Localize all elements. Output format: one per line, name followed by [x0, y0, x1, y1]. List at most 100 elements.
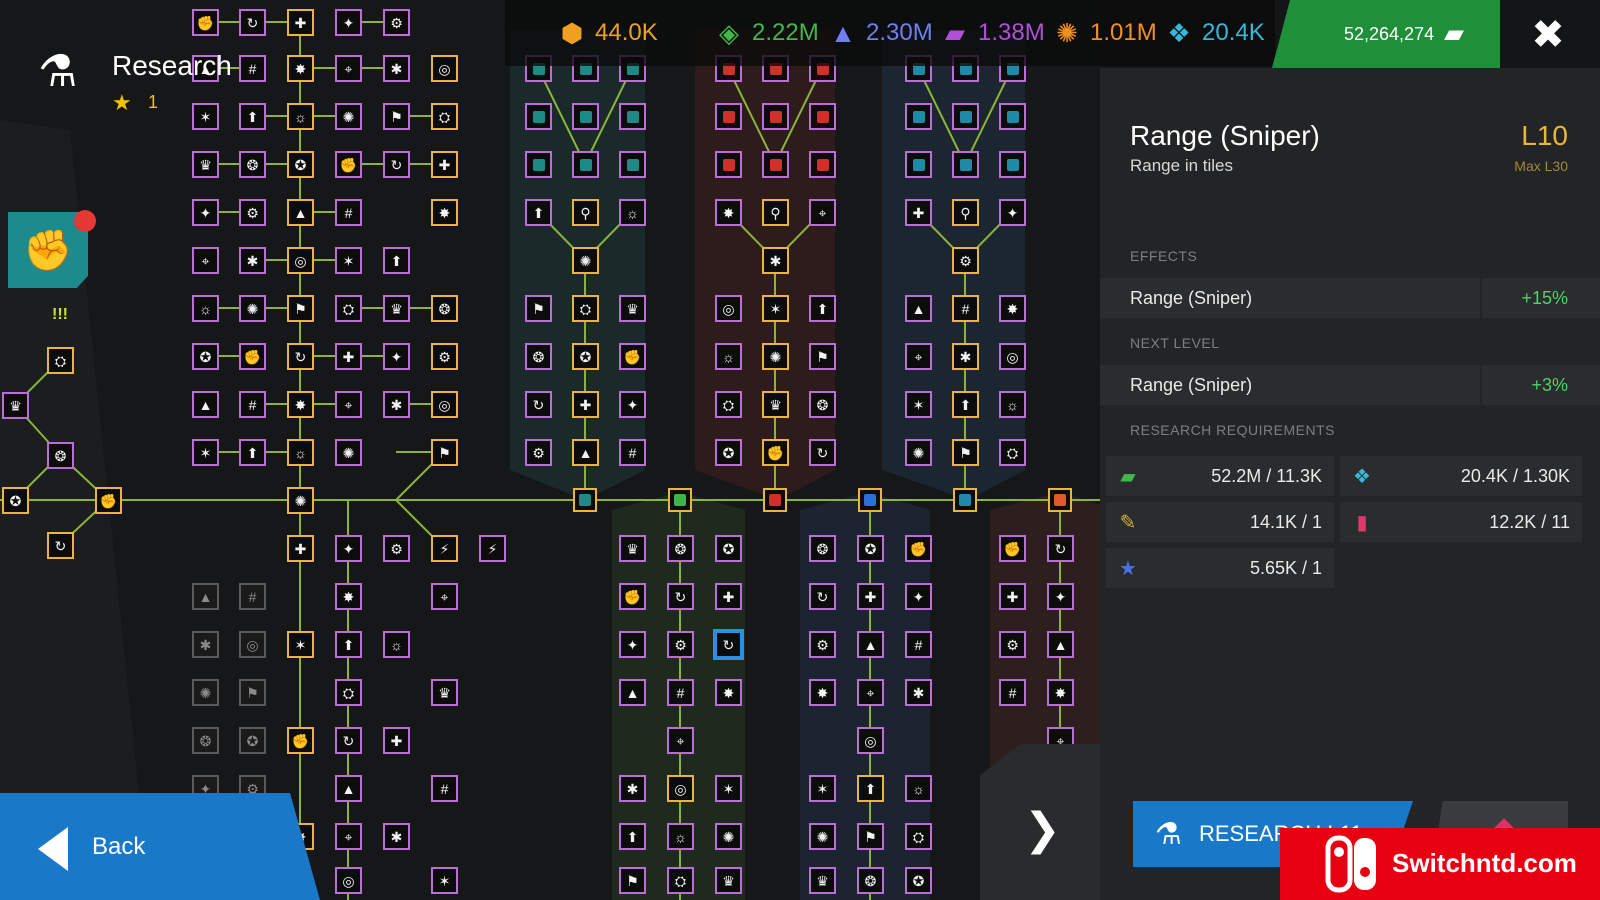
- research-node[interactable]: ⚲: [572, 199, 599, 226]
- research-node[interactable]: #: [239, 391, 266, 418]
- research-node[interactable]: ❂: [857, 867, 884, 894]
- research-node[interactable]: ✸: [809, 679, 836, 706]
- research-node[interactable]: [809, 103, 836, 130]
- research-node[interactable]: ✦: [383, 343, 410, 370]
- research-node[interactable]: ♛: [762, 391, 789, 418]
- research-node[interactable]: ✪: [192, 343, 219, 370]
- research-node[interactable]: ↻: [667, 583, 694, 610]
- research-node[interactable]: ✺: [572, 247, 599, 274]
- research-node[interactable]: ✚: [335, 343, 362, 370]
- research-node[interactable]: ✪: [857, 535, 884, 562]
- research-node[interactable]: ◎: [287, 247, 314, 274]
- research-node[interactable]: ⌖: [192, 247, 219, 274]
- research-node[interactable]: ✸: [715, 679, 742, 706]
- research-node[interactable]: ❂: [809, 391, 836, 418]
- research-node[interactable]: #: [431, 775, 458, 802]
- research-node[interactable]: ⚙: [667, 631, 694, 658]
- research-node[interactable]: ✊: [905, 535, 932, 562]
- research-node[interactable]: ⛭: [999, 439, 1026, 466]
- research-node[interactable]: ✦: [192, 199, 219, 226]
- research-node[interactable]: ♛: [619, 295, 646, 322]
- research-node[interactable]: ⚙: [809, 631, 836, 658]
- cash-display[interactable]: 52,264,274 ▰: [1272, 0, 1500, 68]
- research-node[interactable]: ✦: [619, 631, 646, 658]
- research-node[interactable]: ▲: [572, 439, 599, 466]
- research-node[interactable]: [905, 103, 932, 130]
- research-node[interactable]: ✶: [905, 391, 932, 418]
- research-node[interactable]: ⬆: [809, 295, 836, 322]
- research-node[interactable]: ◎: [999, 343, 1026, 370]
- research-node[interactable]: ✪: [715, 439, 742, 466]
- research-node[interactable]: ✶: [335, 247, 362, 274]
- research-node[interactable]: #: [905, 631, 932, 658]
- research-node[interactable]: [715, 103, 742, 130]
- research-node[interactable]: ⌖: [335, 823, 362, 850]
- research-node[interactable]: ✸: [1047, 679, 1074, 706]
- research-node[interactable]: ⚲: [762, 199, 789, 226]
- research-node[interactable]: ✱: [192, 631, 219, 658]
- research-node[interactable]: ✦: [619, 391, 646, 418]
- research-node[interactable]: ✪: [905, 867, 932, 894]
- research-node[interactable]: ☼: [287, 439, 314, 466]
- research-node[interactable]: ♛: [192, 151, 219, 178]
- research-node[interactable]: ✊: [762, 439, 789, 466]
- research-node[interactable]: ▲: [192, 583, 219, 610]
- research-node[interactable]: ⚑: [857, 823, 884, 850]
- research-node[interactable]: ⛭: [715, 391, 742, 418]
- research-node[interactable]: ✚: [383, 727, 410, 754]
- research-node[interactable]: ✺: [715, 823, 742, 850]
- research-node[interactable]: ✶: [431, 867, 458, 894]
- research-node[interactable]: ❂: [47, 442, 74, 469]
- research-node[interactable]: ◎: [335, 867, 362, 894]
- research-node[interactable]: ☼: [667, 823, 694, 850]
- research-node[interactable]: ✪: [715, 535, 742, 562]
- research-node[interactable]: ◎: [431, 391, 458, 418]
- research-node[interactable]: ❂: [239, 151, 266, 178]
- research-node[interactable]: ⌖: [667, 727, 694, 754]
- research-node[interactable]: ✸: [431, 199, 458, 226]
- research-node[interactable]: ✪: [287, 151, 314, 178]
- research-node[interactable]: ♛: [2, 392, 29, 419]
- research-node[interactable]: ✊: [999, 535, 1026, 562]
- research-tree[interactable]: ✊ ↻ ✚ ✦ ⚙ ▲ # ✸ ⌖ ✱ ◎ ✶ ⬆ ☼ ✺ ⚑ ⛭ ♛ ❂ ✪ ✊ ↻ ✚ ✦ ⚙ ▲ # ✸ ⌖ ✱ ◎ ✶ ⬆ ☼ ✺ ⚑ ⛭ ♛ ❂ ✪…: [0, 0, 1100, 900]
- research-node[interactable]: ▲: [287, 199, 314, 226]
- research-node[interactable]: #: [619, 439, 646, 466]
- research-node[interactable]: ▲: [857, 631, 884, 658]
- research-node[interactable]: ◎: [239, 631, 266, 658]
- research-node[interactable]: ⌖: [857, 679, 884, 706]
- research-node[interactable]: ❂: [431, 295, 458, 322]
- branch-gem-node[interactable]: [1048, 488, 1072, 512]
- selected-research-node[interactable]: ↻: [715, 631, 742, 658]
- research-node[interactable]: [525, 151, 552, 178]
- research-node[interactable]: ✱: [619, 775, 646, 802]
- research-node[interactable]: ⚑: [431, 439, 458, 466]
- research-node[interactable]: ⛭: [47, 347, 74, 374]
- research-node[interactable]: ♛: [809, 867, 836, 894]
- research-node[interactable]: ✊: [239, 343, 266, 370]
- research-node[interactable]: #: [667, 679, 694, 706]
- research-node[interactable]: ⛭: [667, 867, 694, 894]
- research-node[interactable]: ⚡: [431, 535, 458, 562]
- research-node[interactable]: ♛: [619, 535, 646, 562]
- research-node[interactable]: ▲: [619, 679, 646, 706]
- research-node[interactable]: ⌖: [809, 199, 836, 226]
- research-node[interactable]: ✱: [239, 247, 266, 274]
- research-node[interactable]: ↻: [335, 727, 362, 754]
- research-node[interactable]: [905, 151, 932, 178]
- research-node[interactable]: ☼: [999, 391, 1026, 418]
- research-node[interactable]: [952, 151, 979, 178]
- research-node[interactable]: ◎: [715, 295, 742, 322]
- research-node[interactable]: ✶: [287, 631, 314, 658]
- research-node[interactable]: ▲: [905, 295, 932, 322]
- research-node[interactable]: ✊: [335, 151, 362, 178]
- branch-gem-node[interactable]: [953, 488, 977, 512]
- close-button[interactable]: ✖: [1520, 12, 1576, 58]
- research-node[interactable]: ⚙: [431, 343, 458, 370]
- research-node[interactable]: ✚: [905, 199, 932, 226]
- research-node[interactable]: ✊: [619, 583, 646, 610]
- research-node[interactable]: ▲: [335, 775, 362, 802]
- research-node[interactable]: ✶: [762, 295, 789, 322]
- research-node[interactable]: ♛: [383, 295, 410, 322]
- research-node[interactable]: ✶: [715, 775, 742, 802]
- research-node[interactable]: ▲: [1047, 631, 1074, 658]
